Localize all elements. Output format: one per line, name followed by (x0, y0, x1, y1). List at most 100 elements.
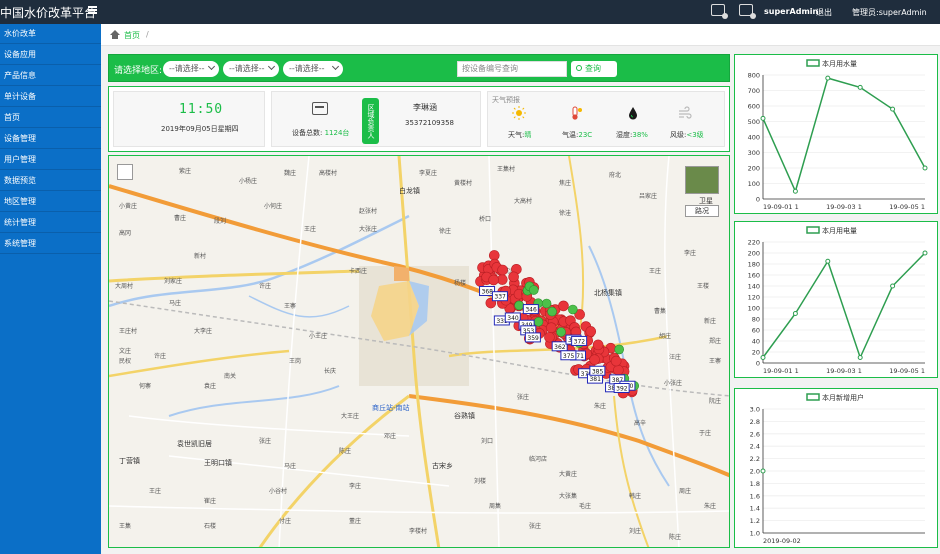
device-marker-label[interactable]: 392 (613, 382, 630, 393)
sidebar-item-home[interactable]: 首页 (0, 108, 101, 128)
map-pin-icon[interactable] (528, 285, 539, 295)
y-tick-label: 700 (748, 87, 760, 95)
y-tick-label: 1.6 (750, 492, 760, 500)
sidebar-item-device-mgmt[interactable]: 设备管理 (0, 129, 101, 149)
breadcrumb-home[interactable]: 首页 (124, 30, 140, 41)
current-user[interactable]: superAdmin (764, 7, 818, 16)
data-point (922, 165, 928, 171)
map-pin-icon[interactable] (610, 355, 622, 367)
map-pin-icon[interactable] (514, 300, 524, 311)
menu-toggle-icon[interactable] (88, 6, 97, 14)
region-select-county[interactable]: --请选择-- (283, 61, 343, 77)
map-pin-icon[interactable] (546, 322, 557, 333)
region-select-province[interactable]: --请选择-- (163, 61, 219, 77)
power-usage-chart: 本月用电量 0 20 40 60 80 100 120 140 160 180 200 220 19-09… (748, 226, 928, 375)
app-title: 中国水价改革平台 (0, 6, 97, 20)
data-point (760, 115, 766, 121)
breadcrumb-separator: / (146, 30, 149, 39)
map-pin-icon[interactable] (592, 339, 604, 351)
sidebar-item-region-mgmt[interactable]: 地区管理 (0, 192, 101, 212)
map-pin-icon[interactable] (614, 344, 624, 355)
region-select-city[interactable]: --请选择-- (223, 61, 279, 77)
device-marker-label[interactable]: 375 (560, 350, 577, 361)
sidebar-item-device-app[interactable]: 设备应用 (0, 45, 101, 65)
sidebar-item-single-device[interactable]: 单计设备 (0, 87, 101, 107)
user-icon[interactable] (739, 4, 756, 19)
y-tick-label: 400 (748, 134, 760, 142)
y-tick-label: 100 (748, 305, 760, 313)
logout-link[interactable]: 退出 (816, 7, 832, 18)
sidebar-item-product-info[interactable]: 产品信息 (0, 66, 101, 86)
x-tick-label: 19-09-03 1 (826, 203, 862, 211)
data-point (760, 468, 766, 474)
map-pin-icon[interactable] (544, 331, 555, 343)
svg-text:392: 392 (616, 385, 628, 392)
y-tick-label: 1.2 (750, 517, 760, 525)
sun-icon (512, 106, 526, 120)
map-pin-icon[interactable] (613, 364, 624, 376)
sidebar-item-stats-mgmt[interactable]: 统计管理 (0, 213, 101, 233)
map-pin-icon[interactable] (508, 271, 519, 283)
map-pin-icon[interactable] (556, 327, 566, 337)
device-marker-label[interactable]: 359 (524, 332, 541, 343)
search-button[interactable]: 查询 (571, 61, 617, 77)
sidebar-item-user-mgmt[interactable]: 用户管理 (0, 150, 101, 170)
y-tick-label: 0 (756, 360, 760, 368)
manager-name: 李琳涵 (413, 103, 437, 112)
device-marker-label[interactable]: 362 (551, 341, 568, 352)
legend-label: 本月用水量 (822, 59, 857, 68)
y-tick-label: 2.8 (750, 418, 760, 426)
sidebar: 水价改革 设备应用 产品信息 单计设备 首页 设备管理 用户管理 数据预览 地区… (0, 24, 101, 554)
new-users-chart: 本月新增用户 1.0 1.2 1.4 1.6 1.8 2.0 2.2 2.4 2.6 2.8 3.0 2… (750, 393, 925, 545)
map-pin-icon[interactable] (497, 264, 508, 276)
admin-label[interactable]: 管理员:superAdmin (852, 7, 927, 18)
device-marker-label[interactable]: 337 (491, 291, 508, 302)
clock-panel: 11:50 2019年09月05日星期四 (113, 91, 265, 147)
map-panel[interactable]: 卫星 路况 紫庄 小杨庄 魏庄 高楼村 李夏庄 白龙镇 黄楼村 王集村 焦庄 府… (108, 155, 730, 548)
map-pin-icon[interactable] (558, 300, 569, 312)
power-usage-chart-panel: 本月用电量 0 20 40 60 80 100 120 140 160 180 200 220 19-09… (734, 221, 938, 378)
series-line (762, 252, 926, 360)
home-icon[interactable] (110, 30, 120, 39)
device-marker-label[interactable]: 340 (504, 312, 521, 323)
map-pin-icon[interactable] (568, 304, 578, 315)
svg-text:375: 375 (563, 353, 575, 360)
map-pin-icon[interactable] (533, 316, 544, 327)
top-bar: 中国水价改革平台 superAdmin 退出 管理员:superAdmin (0, 0, 940, 24)
x-tick-label: 2019-09-02 (763, 537, 801, 545)
y-tick-label: 3.0 (750, 406, 760, 414)
legend-label: 本月新增用户 (822, 393, 864, 402)
svg-text:385: 385 (592, 368, 604, 375)
data-point (825, 258, 831, 264)
svg-text:340: 340 (507, 315, 519, 322)
data-point (890, 283, 896, 289)
weather-humidity: 湿度:38% (616, 131, 648, 139)
device-marker-layer[interactable]: 3683353373403463493533593623653713723753… (109, 156, 730, 548)
device-marker-label[interactable]: 385 (589, 365, 606, 376)
sidebar-item-data-preview[interactable]: 数据预览 (0, 171, 101, 191)
y-tick-label: 100 (748, 180, 760, 188)
device-search-input[interactable]: 按设备编号查询 (457, 61, 567, 77)
sidebar-item-water-price-reform[interactable]: 水价改革 (0, 24, 101, 44)
y-tick-label: 800 (748, 72, 760, 80)
y-tick-label: 2.4 (750, 443, 760, 451)
map-pin-icon[interactable] (541, 298, 552, 309)
device-marker-label[interactable]: 346 (522, 304, 539, 315)
monitor-icon[interactable] (711, 4, 728, 19)
map-pin-icon[interactable] (547, 306, 557, 317)
device-icon (312, 102, 328, 115)
map-pin-icon[interactable] (488, 274, 499, 286)
weather-temperature: 气温:23C (562, 131, 593, 139)
map-pin-icon[interactable] (589, 354, 600, 366)
data-point (857, 84, 863, 90)
y-tick-label: 160 (748, 272, 760, 280)
device-panel: 设备总数: 1124台 区域负责人 李琳涵 35372109358 (271, 91, 481, 147)
sidebar-item-system-mgmt[interactable]: 系统管理 (0, 234, 101, 254)
map-pin-icon[interactable] (585, 326, 597, 337)
y-tick-label: 500 (748, 118, 760, 126)
data-point (890, 106, 896, 112)
y-tick-label: 140 (748, 283, 760, 291)
svg-text:372: 372 (574, 338, 586, 345)
device-marker-label[interactable]: 372 (571, 335, 588, 346)
weather-condition: 天气:晴 (508, 131, 532, 139)
